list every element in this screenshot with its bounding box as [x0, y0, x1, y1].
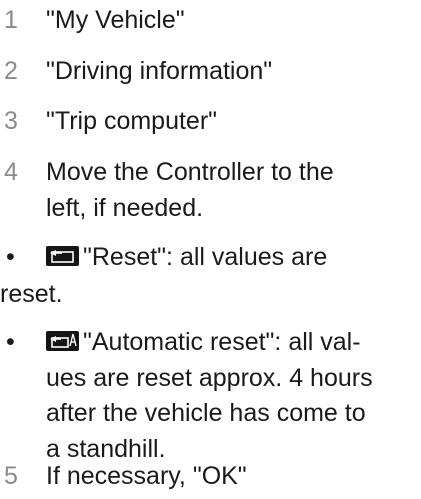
bullet-line-3: after the vehicle has come to	[46, 399, 366, 427]
bullet-text: "Reset": all values are	[83, 243, 328, 271]
step-number: 2	[4, 57, 18, 85]
bullet-line-2: reset.	[0, 280, 63, 308]
bullet-line-1: "Reset": all values are	[46, 241, 327, 274]
bullet-marker: •	[6, 243, 15, 271]
step-text: If necessary, "OK"	[46, 462, 247, 490]
step-text: "Driving information"	[46, 57, 273, 85]
bullet-marker: •	[6, 328, 15, 356]
step-number: 1	[4, 6, 18, 34]
step-text-line-1: Move the Controller to the	[46, 158, 334, 186]
bullet-line-2: ues are reset approx. 4 hours	[46, 364, 373, 392]
automatic-trip-reset-icon	[46, 331, 79, 351]
step-number: 4	[4, 158, 18, 186]
step-number: 3	[4, 107, 18, 135]
step-number: 5	[4, 462, 18, 490]
bullet-text: "Automatic reset": all val-	[83, 328, 361, 356]
step-text: "My Vehicle"	[46, 6, 185, 34]
step-text-line-2: left, if needed.	[46, 194, 204, 222]
trip-reset-icon	[46, 246, 79, 266]
step-text: "Trip computer"	[46, 107, 218, 135]
bullet-line-1: "Automatic reset": all val-	[46, 326, 361, 359]
